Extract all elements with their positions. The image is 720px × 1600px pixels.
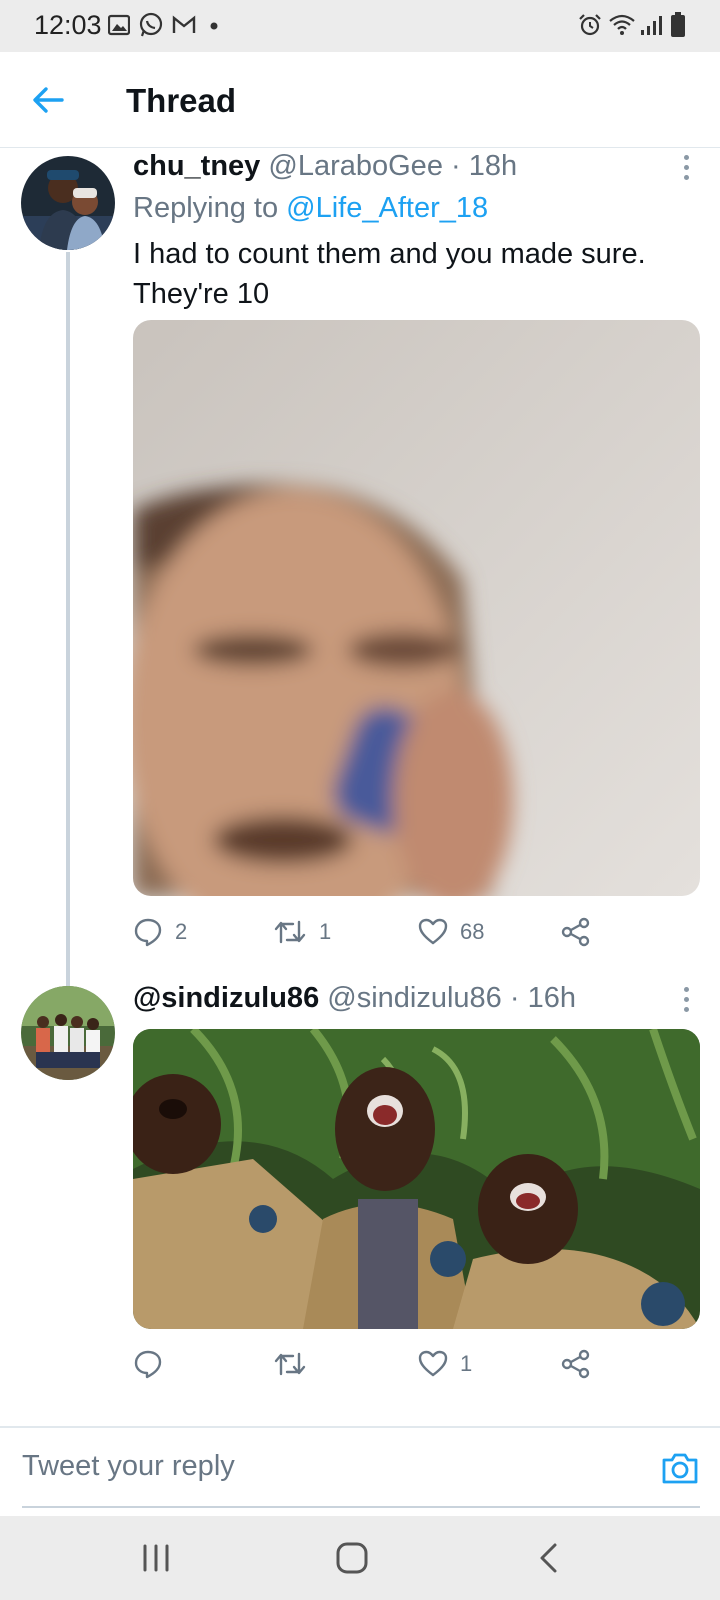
share-icon (561, 917, 590, 947)
share-icon (561, 1349, 590, 1379)
reply-button[interactable] (133, 1344, 175, 1384)
display-name[interactable]: chu_tney (133, 150, 260, 182)
separator: · (451, 150, 461, 182)
tweet-text-line: They're 10 (133, 278, 270, 310)
status-time: 12:03 (34, 10, 102, 40)
recent-apps-icon[interactable] (136, 1538, 176, 1578)
mention-link[interactable]: @Life_After_18 (286, 192, 488, 224)
avatar[interactable] (21, 156, 115, 250)
like-button[interactable]: 1 (418, 1344, 472, 1384)
like-count: 1 (460, 1351, 473, 1376)
thread-connector-line (66, 252, 70, 1004)
arrow-left-icon[interactable] (28, 80, 68, 120)
replying-prefix: Replying to (133, 192, 279, 224)
like-count: 68 (460, 919, 485, 944)
back-icon[interactable] (530, 1538, 570, 1578)
retweet-icon (274, 1352, 306, 1376)
reply-button[interactable]: 2 (133, 912, 187, 952)
user-handle[interactable]: @LaraboGee (268, 150, 443, 182)
reply-input[interactable]: Tweet your reply (22, 1450, 235, 1483)
share-button[interactable] (561, 1344, 591, 1384)
tweet-text-line: I had to count them and you made sure. (133, 238, 646, 270)
heart-icon (418, 1350, 448, 1377)
heart-icon (418, 918, 448, 945)
input-underline (22, 1506, 700, 1508)
tweet-actions: 2 1 68 (133, 912, 613, 952)
retweet-count: 1 (319, 919, 332, 944)
signal-icon (641, 16, 662, 35)
battery-icon (671, 12, 685, 37)
retweet-button[interactable]: 1 (273, 912, 331, 952)
gmail-icon (172, 15, 196, 33)
dot-icon (210, 22, 218, 30)
share-button[interactable] (561, 912, 591, 952)
user-handle[interactable]: @sindizulu86 (327, 982, 502, 1014)
image-icon (108, 14, 130, 36)
like-button[interactable]: 68 (418, 912, 484, 952)
tweet-media-image[interactable] (133, 320, 700, 896)
system-nav-bar (0, 1516, 720, 1600)
separator: · (509, 982, 520, 1014)
header: Thread (0, 52, 720, 148)
tweet-header: chu_tney @LaraboGee · 18h (133, 150, 517, 183)
tweet-text: I had to count them and you made sure. T… (133, 234, 693, 314)
reply-composer: Tweet your reply (0, 1428, 720, 1516)
replying-to: Replying to @Life_After_18 (133, 192, 488, 225)
page-title: Thread (126, 82, 237, 119)
retweet-icon (274, 920, 306, 944)
tweet-time: 16h (527, 982, 576, 1014)
more-options-icon[interactable] (671, 982, 701, 1022)
tweet-media-image[interactable] (133, 1029, 700, 1329)
home-icon[interactable] (332, 1538, 372, 1578)
more-options-icon[interactable] (671, 150, 701, 190)
status-bar: 12:03 (0, 0, 720, 52)
retweet-button[interactable] (273, 1344, 319, 1384)
camera-icon[interactable] (660, 1448, 700, 1488)
avatar[interactable] (21, 986, 115, 1080)
whatsapp-icon (139, 12, 163, 37)
reply-icon (134, 1350, 162, 1379)
reply-count: 2 (175, 919, 188, 944)
alarm-icon (579, 14, 601, 36)
display-name[interactable]: @sindizulu86 (133, 982, 319, 1014)
tweet-header: @sindizulu86 @sindizulu86 · 16h (133, 982, 576, 1015)
tweet-time: 18h (468, 150, 518, 182)
wifi-icon (609, 14, 635, 35)
reply-icon (134, 918, 162, 947)
tweet-actions: 1 (133, 1344, 613, 1384)
